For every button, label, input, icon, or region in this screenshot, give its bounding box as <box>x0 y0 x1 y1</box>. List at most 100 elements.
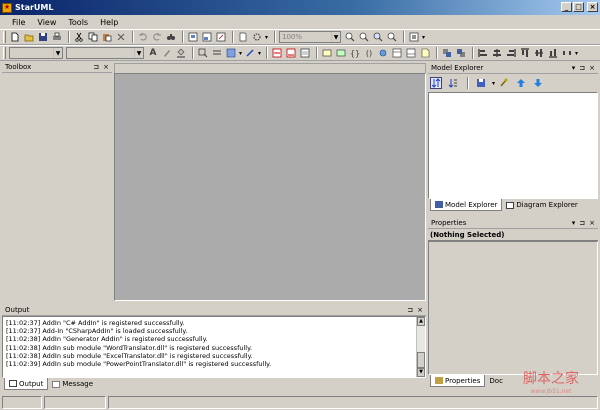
align-center-icon[interactable] <box>491 47 503 59</box>
cut-icon[interactable] <box>73 31 85 43</box>
close-icon[interactable]: × <box>417 306 423 314</box>
chevron-down-icon[interactable]: ▼ <box>53 48 62 58</box>
sort-alpha-icon[interactable] <box>447 77 459 89</box>
move-up-icon[interactable] <box>515 77 527 89</box>
chevron-down-icon[interactable]: ▼ <box>331 32 340 42</box>
bring-front-icon[interactable] <box>441 47 453 59</box>
line-style-icon[interactable] <box>211 47 223 59</box>
zoom-out-icon[interactable] <box>358 31 370 43</box>
show-stereotype-icon[interactable] <box>321 47 333 59</box>
align-bottom-icon[interactable] <box>547 47 559 59</box>
scroll-down-icon[interactable]: ▼ <box>417 368 425 377</box>
zoom-fit-icon[interactable] <box>372 31 384 43</box>
new-file-icon[interactable] <box>9 31 21 43</box>
show-attributes-icon[interactable] <box>405 47 417 59</box>
pen-icon[interactable] <box>161 47 173 59</box>
minimize-button[interactable]: _ <box>561 2 572 12</box>
find-icon[interactable] <box>165 31 177 43</box>
dropdown-arrow-icon[interactable]: ▾ <box>572 64 576 72</box>
fill-color-icon[interactable] <box>175 47 187 59</box>
show-signature-icon[interactable] <box>299 47 311 59</box>
print-icon[interactable] <box>51 31 63 43</box>
zoom-combo[interactable]: 100% ▼ <box>279 31 342 43</box>
menu-help[interactable]: Help <box>94 18 124 27</box>
document-icon[interactable] <box>237 31 249 43</box>
send-back-icon[interactable] <box>455 47 467 59</box>
dropdown-arrow-icon[interactable]: ▾ <box>572 219 576 227</box>
copy-icon[interactable] <box>87 31 99 43</box>
toolbar-grip[interactable] <box>3 47 6 59</box>
chevron-down-icon[interactable]: ▼ <box>134 48 143 58</box>
space-evenly-icon[interactable] <box>561 47 573 59</box>
zoom-actual-icon[interactable] <box>386 31 398 43</box>
properties-grid[interactable] <box>428 241 598 375</box>
settings-gear-icon[interactable] <box>251 31 263 43</box>
diagram-canvas[interactable] <box>114 73 426 301</box>
model-properties-icon[interactable] <box>498 77 510 89</box>
maximize-button[interactable]: □ <box>573 2 584 12</box>
font-icon[interactable]: A <box>147 47 159 59</box>
tab-properties[interactable]: Properties <box>430 375 486 387</box>
frame-alt-icon[interactable] <box>201 31 213 43</box>
menu-tools[interactable]: Tools <box>62 18 94 27</box>
show-operations-icon[interactable] <box>377 47 389 59</box>
vertical-scrollbar[interactable]: ▲ ▼ <box>416 317 425 377</box>
pin-icon[interactable]: ⊐ <box>579 219 585 227</box>
move-down-icon[interactable] <box>532 77 544 89</box>
sort-order-icon[interactable] <box>430 77 442 89</box>
dropdown-arrow-icon[interactable]: ▾ <box>239 50 242 57</box>
frame-icon[interactable] <box>187 31 199 43</box>
open-folder-icon[interactable] <box>23 31 35 43</box>
tab-model-explorer[interactable]: Model Explorer <box>430 199 503 211</box>
close-icon[interactable]: × <box>103 63 109 71</box>
dropdown-arrow-icon[interactable]: ▾ <box>575 50 578 57</box>
line-color-icon[interactable] <box>244 47 256 59</box>
page-icon[interactable] <box>408 31 420 43</box>
model-tree[interactable] <box>428 92 598 199</box>
scrollbar-thumb[interactable] <box>417 352 425 368</box>
pin-icon[interactable]: ⊐ <box>407 306 413 314</box>
tab-documentation[interactable]: Doc <box>485 375 507 387</box>
show-property-icon[interactable]: {} <box>349 47 361 59</box>
dropdown-arrow-icon[interactable]: ▾ <box>265 34 268 41</box>
undo-icon[interactable] <box>137 31 149 43</box>
font-name-combo[interactable]: ▼ <box>9 47 63 59</box>
scroll-up-icon[interactable]: ▲ <box>417 317 425 326</box>
tab-label: Doc <box>489 377 503 385</box>
add-element-icon[interactable] <box>475 77 487 89</box>
dropdown-arrow-icon[interactable]: ▾ <box>258 50 261 57</box>
redo-icon[interactable] <box>151 31 163 43</box>
show-compartment-icon[interactable] <box>391 47 403 59</box>
paste-icon[interactable] <box>101 31 113 43</box>
diagram-color-icon[interactable] <box>225 47 237 59</box>
menu-file[interactable]: File <box>6 18 31 27</box>
suppress-operations-icon[interactable] <box>285 47 297 59</box>
zoom-in-icon[interactable] <box>344 31 356 43</box>
save-icon[interactable] <box>37 31 49 43</box>
pin-icon[interactable]: ⊐ <box>93 63 99 71</box>
dropdown-arrow-icon[interactable]: ▾ <box>492 80 495 87</box>
align-top-icon[interactable] <box>519 47 531 59</box>
pin-icon[interactable]: ⊐ <box>579 64 585 72</box>
output-log[interactable]: [11:02:37] AddIn "C# AddIn" is registere… <box>2 316 426 378</box>
show-notes-icon[interactable] <box>419 47 431 59</box>
dropdown-arrow-icon[interactable]: ▾ <box>422 34 425 41</box>
select-frame-icon[interactable] <box>197 47 209 59</box>
suppress-attributes-icon[interactable] <box>271 47 283 59</box>
toolbar-grip[interactable] <box>3 31 6 43</box>
show-visibility-icon[interactable] <box>335 47 347 59</box>
close-icon[interactable]: × <box>589 219 595 227</box>
frame-export-icon[interactable] <box>215 31 227 43</box>
tab-diagram-explorer[interactable]: Diagram Explorer <box>502 199 581 211</box>
menu-view[interactable]: View <box>31 18 62 27</box>
font-size-combo[interactable]: ▼ <box>66 47 144 59</box>
tab-message[interactable]: Message <box>48 378 97 390</box>
align-left-icon[interactable] <box>477 47 489 59</box>
tab-output[interactable]: Output <box>4 378 49 390</box>
align-right-icon[interactable] <box>505 47 517 59</box>
align-middle-icon[interactable] <box>533 47 545 59</box>
close-button[interactable]: × <box>587 2 598 12</box>
delete-icon[interactable] <box>115 31 127 43</box>
close-icon[interactable]: × <box>589 64 595 72</box>
show-parameters-icon[interactable]: () <box>363 47 375 59</box>
